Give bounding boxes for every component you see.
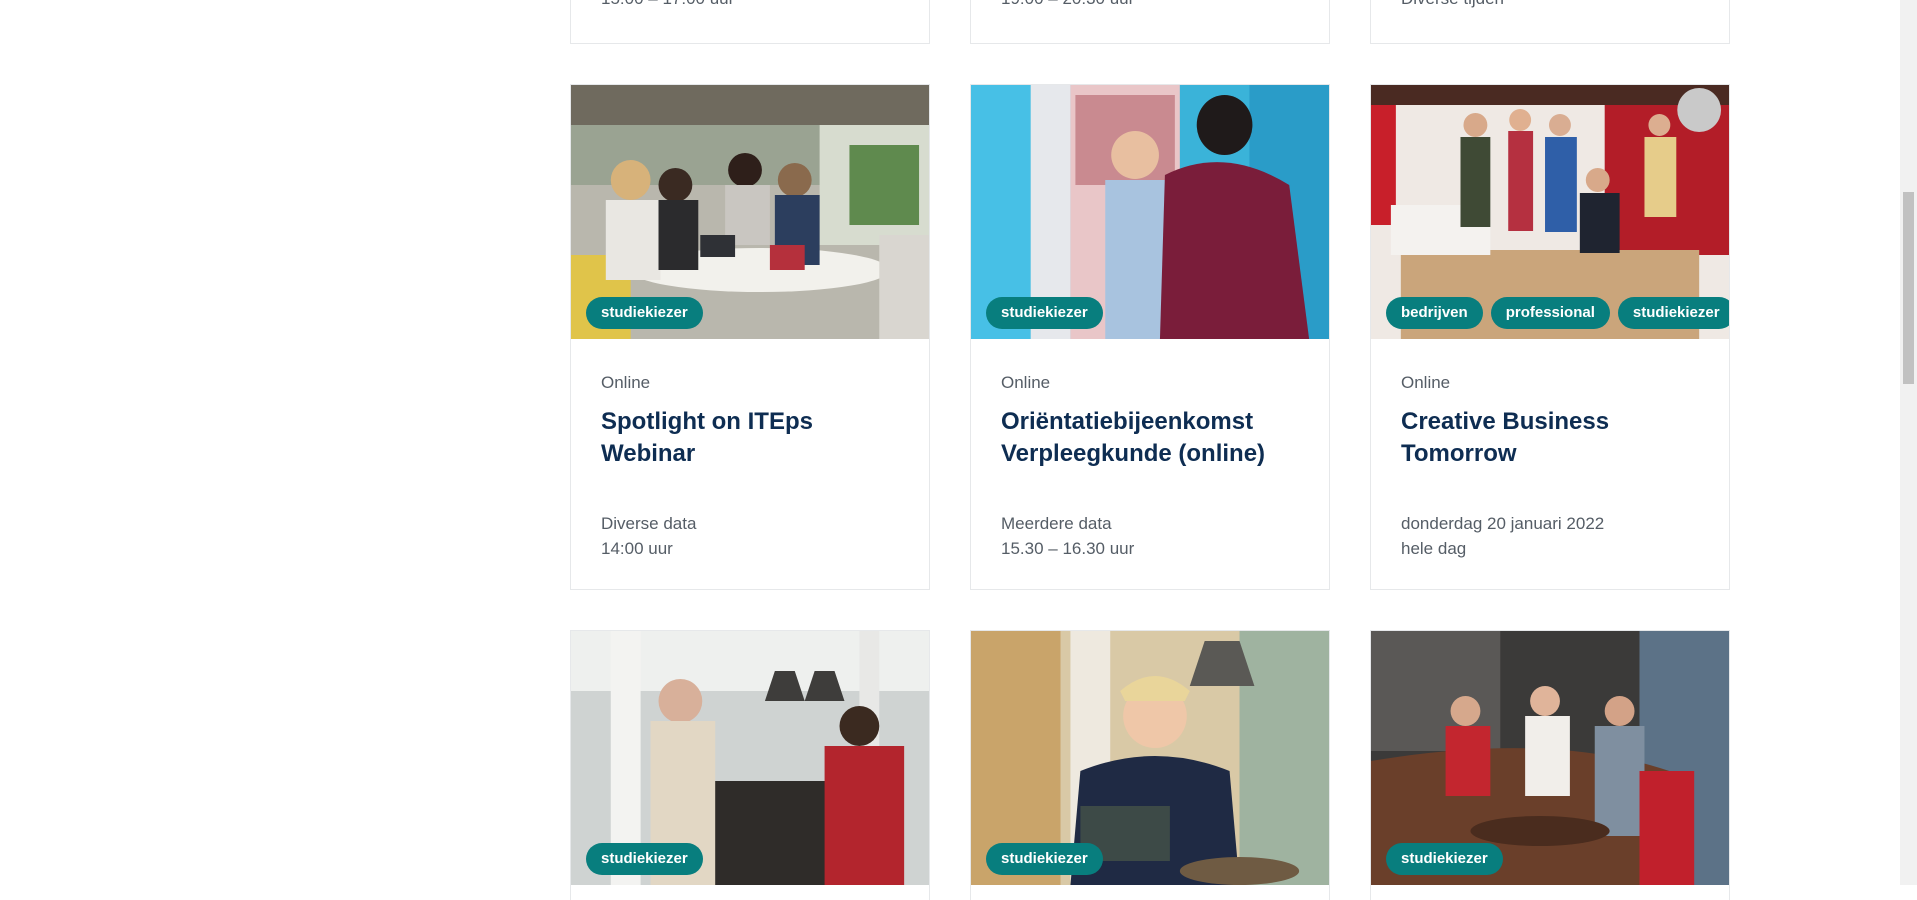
event-time: 14:00 uur: [601, 539, 673, 558]
tag-bedrijven[interactable]: bedrijven: [1386, 297, 1483, 329]
event-photo[interactable]: bedrijven professional studiekiezer: [1371, 85, 1729, 339]
event-location: Online: [601, 373, 651, 392]
tag-professional[interactable]: professional: [1490, 297, 1610, 329]
event-title[interactable]: Spotlight on ITEps Webinar: [601, 406, 909, 470]
tag-studiekiezer[interactable]: studiekiezer: [586, 843, 703, 875]
event-card[interactable]: studiekiezer: [1370, 630, 1730, 900]
event-tags: studiekiezer: [586, 843, 703, 875]
event-photo[interactable]: studiekiezer: [971, 631, 1329, 885]
event-card[interactable]: studiekiezer Online Spotlight on ITEps W…: [570, 84, 930, 590]
event-time: hele dag: [1401, 539, 1467, 558]
event-time: 15:00 – 17:00 uur: [601, 0, 734, 9]
tag-studiekiezer[interactable]: studiekiezer: [586, 297, 703, 329]
event-tags: studiekiezer: [986, 843, 1103, 875]
event-location: Online: [1001, 373, 1051, 392]
event-tags: bedrijven professional studiekiezer: [1386, 297, 1729, 329]
event-tags: studiekiezer: [986, 297, 1103, 329]
event-photo[interactable]: studiekiezer: [571, 631, 929, 885]
event-title[interactable]: Creative Business Tomorrow: [1401, 406, 1709, 470]
event-card[interactable]: 19:00 – 20:30 uur: [970, 0, 1330, 44]
event-tags: studiekiezer: [586, 297, 703, 329]
event-time: 19:00 – 20:30 uur: [1001, 0, 1134, 9]
tag-studiekiezer[interactable]: studiekiezer: [986, 843, 1103, 875]
event-card[interactable]: 15:00 – 17:00 uur: [570, 0, 930, 44]
event-card[interactable]: bedrijven professional studiekiezer Onli…: [1370, 84, 1730, 590]
event-location: Online: [1401, 373, 1451, 392]
event-card[interactable]: studiekiezer: [570, 630, 930, 900]
event-time: 15.30 – 16.30 uur: [1001, 539, 1135, 558]
event-card[interactable]: studiekiezer Online Oriëntatiebijeenkoms…: [970, 84, 1330, 590]
event-time: Diverse tijden: [1401, 0, 1504, 9]
event-date: Diverse data: [601, 514, 697, 533]
event-date: donderdag 20 januari 2022: [1401, 514, 1605, 533]
tag-studiekiezer[interactable]: studiekiezer: [1386, 843, 1503, 875]
scrollbar-thumb[interactable]: [1903, 192, 1914, 384]
tag-studiekiezer[interactable]: studiekiezer: [986, 297, 1103, 329]
event-photo[interactable]: studiekiezer: [571, 85, 929, 339]
vertical-scrollbar[interactable]: [1900, 0, 1917, 885]
event-photo[interactable]: studiekiezer: [1371, 631, 1729, 885]
event-tags: studiekiezer: [1386, 843, 1503, 875]
event-card[interactable]: studiekiezer: [970, 630, 1330, 900]
event-card[interactable]: Diverse tijden: [1370, 0, 1730, 44]
tag-studiekiezer[interactable]: studiekiezer: [1617, 297, 1729, 329]
event-title[interactable]: Oriëntatiebijeenkomst Verpleegkunde (onl…: [1001, 406, 1309, 470]
event-photo[interactable]: studiekiezer: [971, 85, 1329, 339]
events-grid: 15:00 – 17:00 uur 19:00 – 20:30 uur Dive…: [0, 0, 1900, 900]
event-date: Meerdere data: [1001, 514, 1112, 533]
